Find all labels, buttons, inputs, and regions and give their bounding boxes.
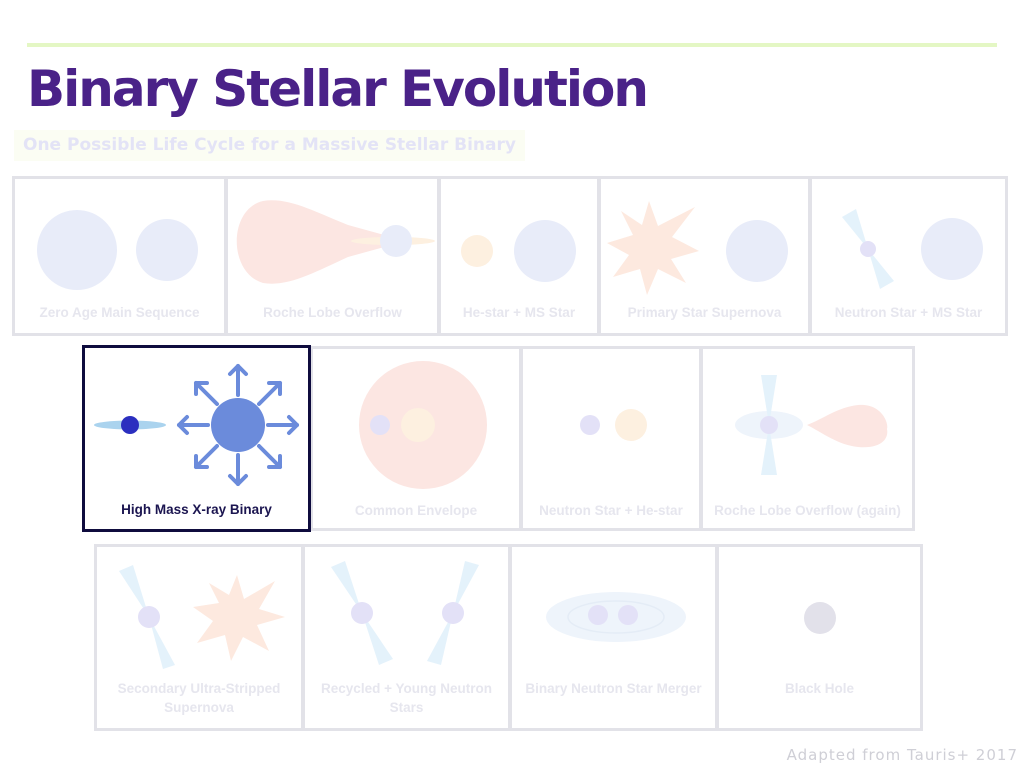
black-hole-illustration bbox=[804, 602, 836, 634]
primary-star bbox=[37, 210, 117, 290]
stage-label: Primary Star Supernova bbox=[627, 305, 782, 320]
supernova-burst bbox=[193, 575, 285, 661]
black-hole bbox=[804, 602, 836, 634]
neutron-star bbox=[121, 416, 139, 434]
neutron-star-b bbox=[618, 605, 638, 625]
main-sequence-star bbox=[514, 220, 576, 282]
stage-panel-he-star-ms-star: He-star + MS Star bbox=[438, 176, 600, 336]
massive-star bbox=[211, 398, 265, 452]
stage-label: Roche Lobe Overflow bbox=[263, 305, 402, 320]
young-neutron-star bbox=[442, 602, 464, 624]
neutron-star-a bbox=[588, 605, 608, 625]
stage-panel-ns-he-star: Neutron Star + He-star bbox=[520, 346, 702, 531]
stage-label: Recycled + Young Neutron Stars bbox=[321, 681, 492, 715]
stage-panel-bns-merger: Binary Neutron Star Merger bbox=[509, 544, 718, 731]
page-title: Binary Stellar Evolution bbox=[27, 60, 649, 118]
stage-label: Binary Neutron Star Merger bbox=[525, 681, 702, 696]
companion-star bbox=[726, 220, 788, 282]
accretor-star bbox=[380, 225, 412, 257]
inner-neutron-star bbox=[370, 415, 390, 435]
main-sequence-star bbox=[921, 218, 983, 280]
stage-panel-ns-ms-star: Neutron Star + MS Star bbox=[809, 176, 1008, 336]
stage-label: He-star + MS Star bbox=[462, 305, 576, 320]
neutron-star bbox=[138, 606, 160, 628]
stage-label: Black Hole bbox=[784, 681, 855, 696]
stage-panel-roche-lobe-overflow: Roche Lobe Overflow bbox=[225, 176, 440, 336]
stage-label: High Mass X-ray Binary bbox=[121, 502, 272, 517]
stage-label: Secondary Ultra-Stripped Supernova bbox=[117, 681, 281, 715]
source-credit: Adapted from Tauris+ 2017 bbox=[786, 746, 1018, 764]
helium-star bbox=[615, 409, 647, 441]
stage-label: Neutron Star + He-star bbox=[539, 503, 683, 518]
stage-panel-roche-lobe-overflow-again: Roche Lobe Overflow (again) bbox=[700, 346, 915, 531]
stage-panel-secondary-supernova: Secondary Ultra-Stripped Supernova bbox=[94, 544, 304, 731]
header-rule bbox=[27, 43, 997, 47]
supernova-burst bbox=[607, 201, 699, 295]
stage-label: Neutron Star + MS Star bbox=[834, 305, 983, 320]
stage-label: Roche Lobe Overflow (again) bbox=[714, 503, 901, 518]
neutron-star bbox=[760, 416, 778, 434]
stage-label: Common Envelope bbox=[354, 503, 478, 518]
inner-core bbox=[401, 408, 435, 442]
bns-merger-illustration bbox=[546, 592, 686, 642]
neutron-star bbox=[580, 415, 600, 435]
stage-panel-recycled-young-ns: Recycled + Young Neutron Stars bbox=[302, 544, 511, 731]
recycled-neutron-star bbox=[351, 602, 373, 624]
stage-panel-hmxb: High Mass X-ray Binary bbox=[82, 345, 311, 532]
stage-panel-zams: Zero Age Main Sequence bbox=[12, 176, 227, 336]
stage-panel-black-hole: Black Hole bbox=[716, 544, 923, 731]
stage-panel-common-envelope: Common Envelope bbox=[310, 346, 522, 531]
stage-label: Zero Age Main Sequence bbox=[39, 305, 200, 320]
stage-panel-primary-supernova: Primary Star Supernova bbox=[598, 176, 811, 336]
page-subtitle: One Possible Life Cycle for a Massive St… bbox=[14, 130, 525, 161]
helium-star bbox=[461, 235, 493, 267]
neutron-star bbox=[860, 241, 876, 257]
secondary-star bbox=[136, 219, 198, 281]
lobe-overflow-donor bbox=[807, 404, 888, 448]
merger-glow-outer bbox=[546, 592, 686, 642]
